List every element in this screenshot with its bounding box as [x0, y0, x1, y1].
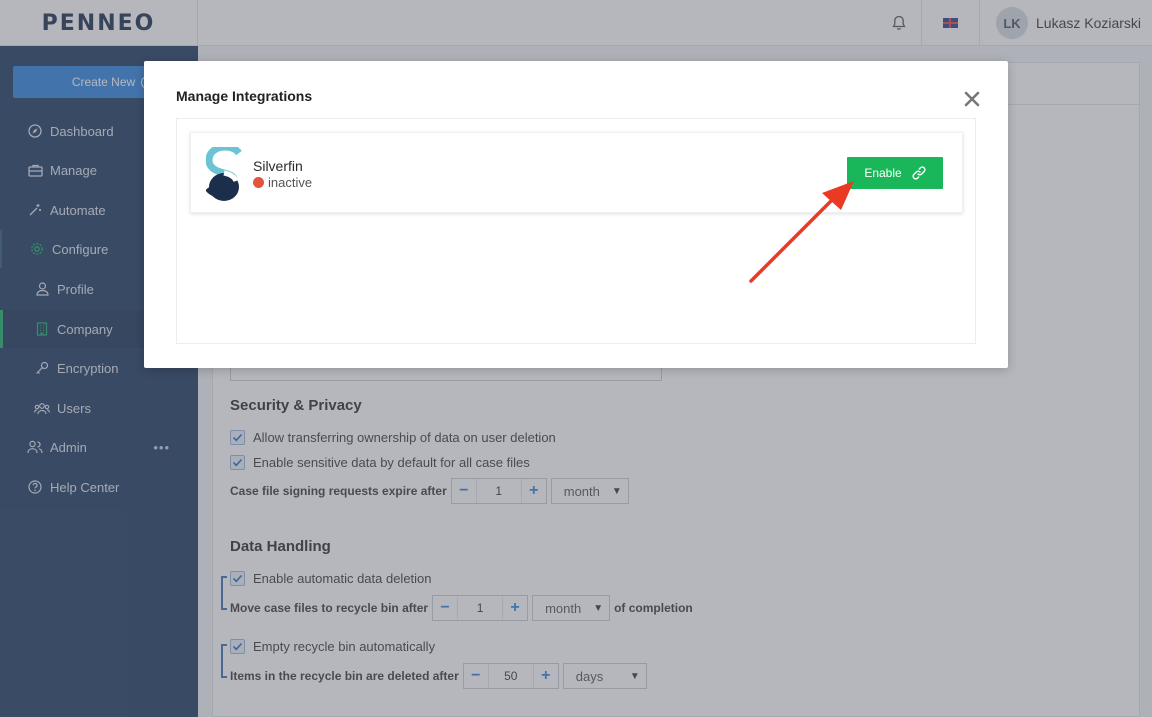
integration-status: inactive [253, 175, 312, 190]
enable-button-label: Enable [864, 166, 902, 180]
integration-card-silverfin: Silverfin inactive Enable [190, 132, 963, 213]
integration-name: Silverfin [253, 158, 303, 174]
close-icon[interactable] [962, 89, 982, 109]
silverfin-logo-icon [205, 143, 242, 201]
status-text: inactive [268, 175, 313, 190]
manage-integrations-modal: Manage Integrations Silverfin inactive E… [144, 61, 1008, 368]
enable-integration-button[interactable]: Enable [847, 157, 943, 189]
integrations-list: Silverfin inactive Enable [176, 118, 976, 344]
modal-title: Manage Integrations [176, 88, 313, 104]
link-icon [912, 166, 926, 180]
status-dot-icon [253, 177, 264, 188]
